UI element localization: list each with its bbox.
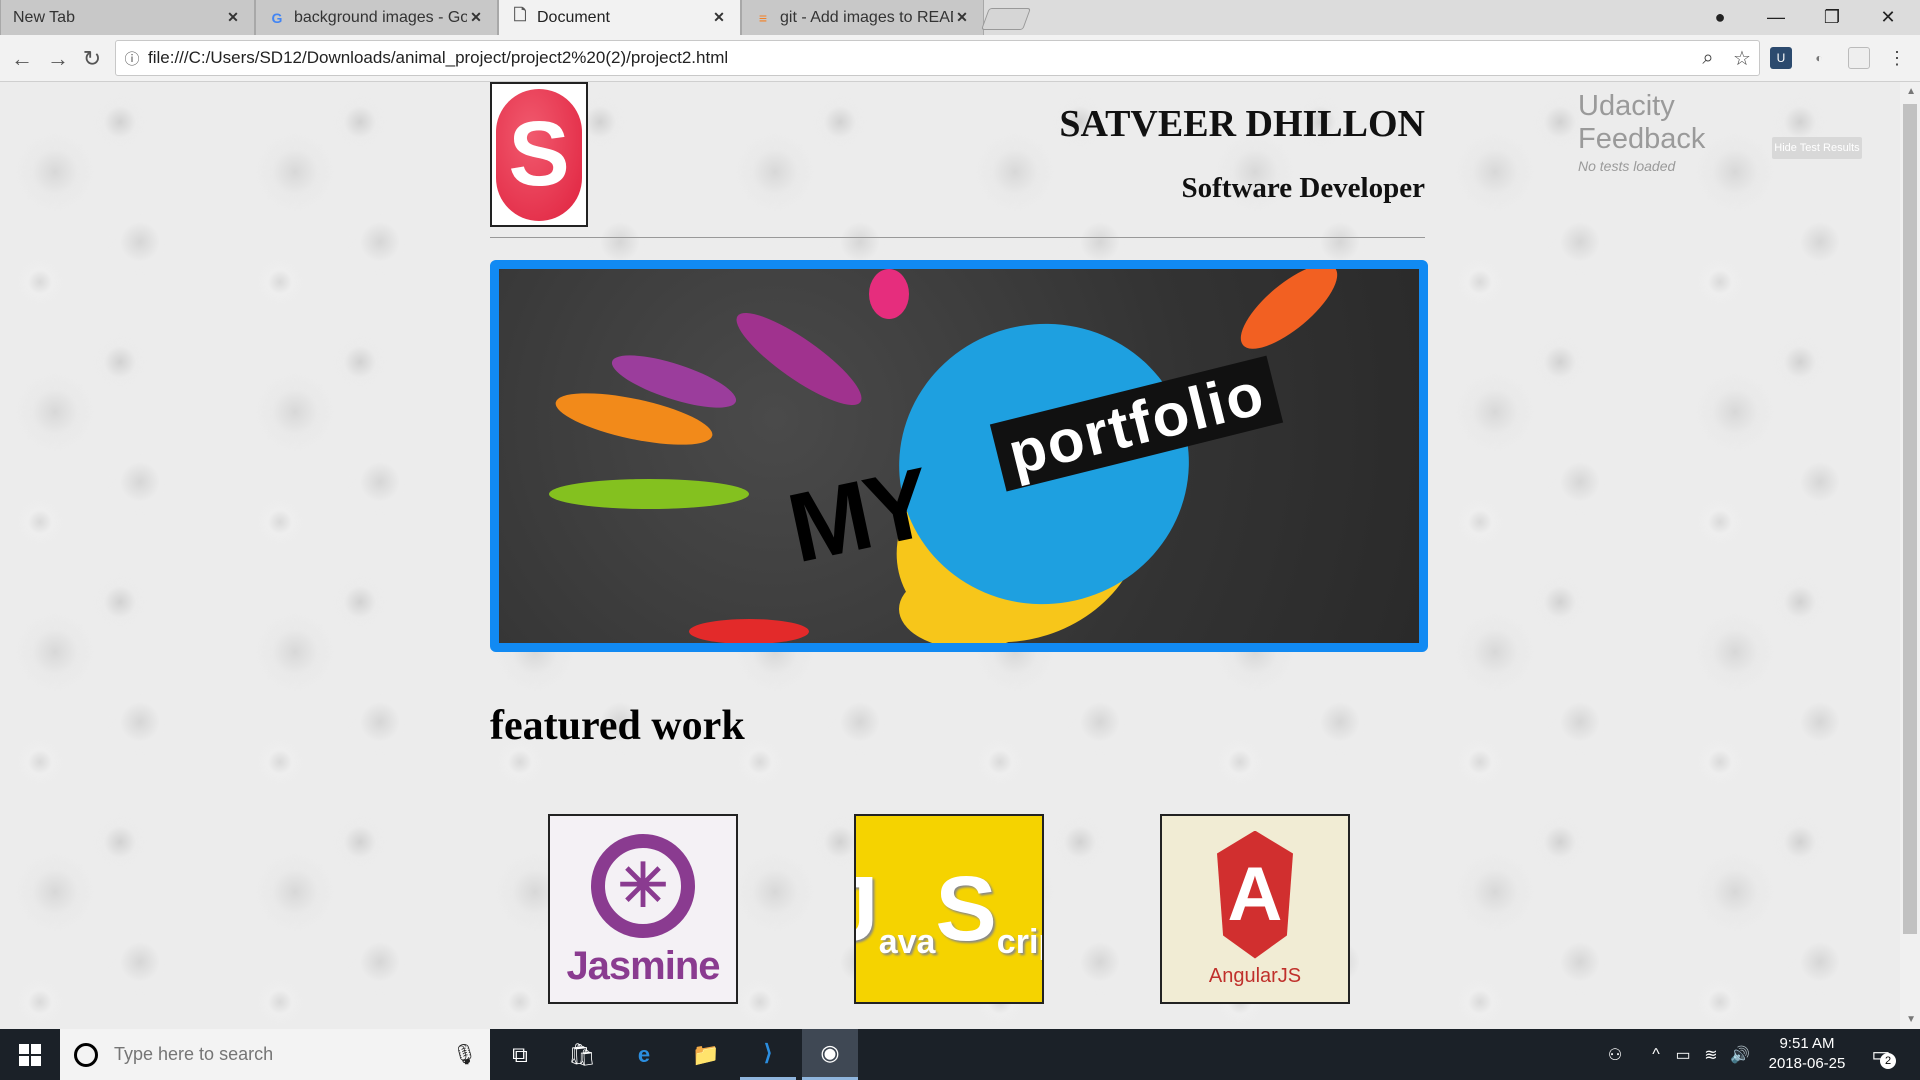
- divider: [490, 237, 1425, 238]
- js-letter-j: J: [856, 857, 879, 962]
- close-icon[interactable]: ✕: [710, 9, 728, 26]
- page-viewport: S SATVEER DHILLON Software Developer MY …: [0, 82, 1920, 1029]
- zoom-icon[interactable]: ⌕: [1691, 47, 1725, 70]
- close-icon[interactable]: ✕: [953, 9, 971, 26]
- wifi-icon[interactable]: ≋: [1698, 1029, 1724, 1080]
- close-icon[interactable]: ✕: [467, 9, 485, 26]
- store-icon[interactable]: 🛍: [554, 1029, 610, 1080]
- notification-count: 2: [1880, 1053, 1896, 1069]
- menu-icon[interactable]: ⋮: [1886, 47, 1908, 69]
- file-explorer-icon[interactable]: 📁: [678, 1029, 734, 1080]
- angular-shield-icon: A: [1217, 830, 1293, 959]
- logo: S: [490, 82, 588, 227]
- google-icon: G: [271, 9, 283, 26]
- search-input[interactable]: [114, 1044, 444, 1065]
- scroll-down-icon[interactable]: ▼: [1906, 1014, 1916, 1025]
- subtitle: Software Developer: [1181, 172, 1425, 204]
- vscode-icon[interactable]: ⟩: [740, 1029, 796, 1080]
- scrollbar-thumb[interactable]: [1903, 104, 1917, 934]
- browser-toolbar: ← → ↻ ⓘ ⌕ ☆ U ◐ ⋮: [0, 35, 1920, 82]
- volume-icon[interactable]: 🔊: [1726, 1029, 1754, 1080]
- people-icon[interactable]: ⚇: [1600, 1029, 1630, 1080]
- clock-date: 2018-06-25: [1768, 1055, 1846, 1072]
- portfolio-page: S SATVEER DHILLON Software Developer MY …: [490, 82, 1428, 1029]
- tab-title: Document: [537, 8, 610, 26]
- restore-button[interactable]: ❐: [1806, 0, 1858, 35]
- tab-background-images[interactable]: G background images - Go ✕: [255, 0, 498, 35]
- js-letter-s: S: [935, 857, 997, 960]
- extension-icon[interactable]: ◐: [1808, 47, 1830, 69]
- tab-title: New Tab: [13, 8, 75, 26]
- windows-icon: [19, 1043, 41, 1066]
- javascript-logo: JavaScript: [856, 857, 1042, 962]
- back-icon[interactable]: ←: [6, 43, 38, 75]
- clock-time: 9:51 AM: [1779, 1035, 1835, 1052]
- udacity-title: Udacity Feedback: [1578, 90, 1706, 155]
- tab-document[interactable]: 🗋 Document ✕: [498, 0, 741, 35]
- edge-icon[interactable]: e: [616, 1029, 672, 1080]
- logo-letter: S: [496, 88, 582, 221]
- udacity-feedback-widget: Udacity Feedback No tests loaded Hide Te…: [1578, 90, 1862, 174]
- close-window-button[interactable]: ✕: [1862, 0, 1914, 35]
- angularjs-card[interactable]: A AngularJS: [1160, 814, 1350, 1004]
- taskbar: 🎙 ⧉ 🛍 e 📁 ⟩ ◉ ⚇ ^ ▭ ≋ 🔊 9:51 AM 2018-06-…: [0, 1029, 1920, 1080]
- cortana-icon: [74, 1042, 98, 1067]
- section-heading: featured work: [490, 703, 745, 749]
- new-tab-button[interactable]: [980, 8, 1032, 30]
- url-input[interactable]: [148, 48, 1691, 68]
- card-label: AngularJS: [1208, 964, 1302, 987]
- chrome-icon[interactable]: ◉: [802, 1029, 858, 1080]
- scrollbar[interactable]: ▲ ▼: [1900, 82, 1920, 1029]
- stackoverflow-icon: ≡: [758, 9, 768, 26]
- close-icon[interactable]: ✕: [224, 9, 242, 26]
- battery-icon[interactable]: ▭: [1670, 1029, 1696, 1080]
- udacity-status: No tests loaded: [1578, 158, 1676, 174]
- taskbar-search[interactable]: 🎙: [60, 1029, 490, 1080]
- minimize-button[interactable]: —: [1750, 0, 1802, 35]
- jasmine-card[interactable]: ✳ Jasmine: [548, 814, 738, 1004]
- forward-icon[interactable]: →: [42, 43, 74, 75]
- profile-icon[interactable]: ●: [1694, 0, 1746, 35]
- angular-letter: A: [1227, 852, 1283, 937]
- hide-test-results-button[interactable]: Hide Test Results: [1772, 137, 1862, 159]
- task-view-icon[interactable]: ⧉: [492, 1029, 548, 1080]
- microphone-icon[interactable]: 🎙: [452, 1042, 477, 1067]
- tab-title: background images - Go: [294, 8, 467, 26]
- tab-new-tab[interactable]: New Tab ✕: [0, 0, 255, 35]
- bookmark-star-icon[interactable]: ☆: [1725, 46, 1759, 71]
- js-cript: cript: [996, 922, 1042, 961]
- javascript-card[interactable]: JavaScript: [854, 814, 1044, 1004]
- hero-image: MY portfolio: [490, 260, 1428, 652]
- card-label: Jasmine: [566, 943, 720, 988]
- jasmine-logo-icon: ✳: [591, 833, 695, 938]
- reload-icon[interactable]: ↻: [76, 43, 108, 75]
- address-bar[interactable]: ⓘ ⌕ ☆: [115, 40, 1760, 76]
- extension-icon[interactable]: [1848, 47, 1870, 69]
- notification-icon[interactable]: ▭ 2: [1866, 1039, 1896, 1069]
- tab-strip: New Tab ✕ G background images - Go ✕ 🗋 D…: [0, 0, 1920, 35]
- tab-title: git - Add images to READ: [780, 8, 953, 26]
- start-button[interactable]: [0, 1029, 60, 1080]
- tab-git-readme[interactable]: ≡ git - Add images to READ ✕: [741, 0, 984, 35]
- system-clock[interactable]: 9:51 AM 2018-06-25: [1762, 1034, 1852, 1074]
- udacity-extension-icon[interactable]: U: [1770, 47, 1792, 69]
- chevron-up-icon[interactable]: ^: [1644, 1029, 1668, 1080]
- page-title: SATVEER DHILLON: [1059, 103, 1425, 145]
- js-ava: ava: [878, 922, 936, 961]
- info-icon[interactable]: ⓘ: [116, 48, 148, 69]
- document-icon: 🗋: [513, 7, 527, 24]
- scroll-up-icon[interactable]: ▲: [1906, 86, 1916, 97]
